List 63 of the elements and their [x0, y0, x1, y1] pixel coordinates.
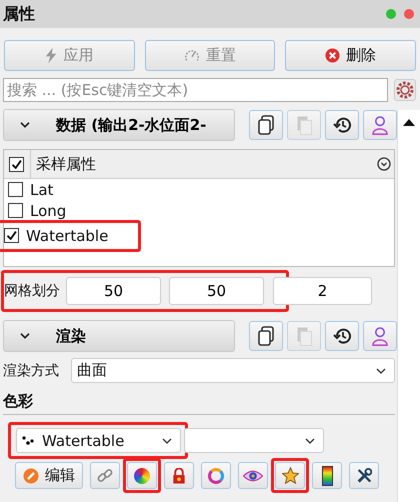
history-icon — [333, 117, 351, 133]
lightning-icon — [45, 47, 58, 64]
ring-icon — [208, 468, 224, 484]
delete-icon — [325, 48, 340, 63]
checkbox[interactable] — [9, 156, 24, 172]
eye-button[interactable] — [238, 462, 268, 489]
color-wheel-icon — [134, 468, 150, 484]
copy-button[interactable] — [249, 321, 283, 351]
chevron-icon — [20, 333, 30, 339]
lock-icon — [172, 468, 186, 484]
gauge-icon — [184, 49, 200, 62]
edit-icon — [23, 468, 39, 484]
wrench-button[interactable] — [349, 462, 379, 489]
copy-button[interactable] — [249, 110, 283, 140]
history-icon — [333, 328, 351, 344]
person-icon — [372, 116, 388, 134]
number-field[interactable]: 50 — [169, 277, 264, 305]
paste-icon — [296, 116, 312, 134]
section-header[interactable]: 数据 (输出2-水位面2- — [3, 109, 235, 141]
person-button[interactable] — [363, 321, 397, 351]
scrollbar[interactable] — [397, 110, 420, 502]
checkbox[interactable] — [4, 228, 19, 243]
eye-icon — [243, 470, 263, 482]
copy-icon — [258, 115, 274, 135]
option-label[interactable]: Watertable — [26, 226, 108, 244]
paste-icon — [296, 326, 312, 346]
scroll-up-icon[interactable] — [403, 119, 415, 126]
search-field[interactable]: 搜索 ... (按Esc键清空文本) — [3, 78, 388, 102]
caret-icon — [376, 368, 386, 374]
edit-button[interactable]: 编辑 — [15, 462, 83, 489]
person-button[interactable] — [363, 110, 397, 140]
checkbox[interactable] — [8, 203, 23, 218]
dots-icon — [22, 436, 34, 446]
render-mode-select[interactable]: 曲面 — [71, 358, 395, 383]
field-label: 网格划分 — [4, 282, 60, 300]
option-label[interactable]: Long — [30, 202, 66, 220]
caret-icon — [305, 438, 315, 444]
caret-icon — [162, 438, 172, 444]
field-label: 渲染方式 — [3, 362, 59, 380]
number-field[interactable]: 2 — [273, 277, 372, 305]
column-header: 采样属性 — [30, 150, 374, 178]
link-button[interactable] — [90, 462, 120, 489]
person-icon — [372, 326, 388, 346]
history-button[interactable] — [325, 321, 359, 351]
gradient-button[interactable] — [312, 462, 342, 489]
lock-button[interactable] — [164, 462, 194, 489]
history-button[interactable] — [325, 110, 359, 140]
section-heading: 色彩 — [3, 392, 395, 415]
number-field[interactable]: 50 — [66, 277, 161, 305]
ring-button[interactable] — [201, 462, 231, 489]
panel-title: 属性 — [3, 4, 35, 24]
checkbox[interactable] — [8, 182, 23, 197]
dropdown-icon[interactable] — [377, 157, 391, 171]
star-icon — [282, 467, 298, 484]
option-label[interactable]: Lat — [30, 180, 54, 198]
delete-button[interactable]: 删除 — [285, 40, 416, 71]
settings-icon[interactable] — [394, 79, 416, 101]
chevron-icon — [20, 122, 30, 128]
gradient-icon — [322, 466, 332, 486]
scalar-select[interactable]: Watertable — [16, 428, 181, 453]
copy-icon — [258, 326, 274, 346]
tools-icon — [356, 468, 372, 483]
section-header[interactable]: 渲染 — [3, 320, 235, 352]
